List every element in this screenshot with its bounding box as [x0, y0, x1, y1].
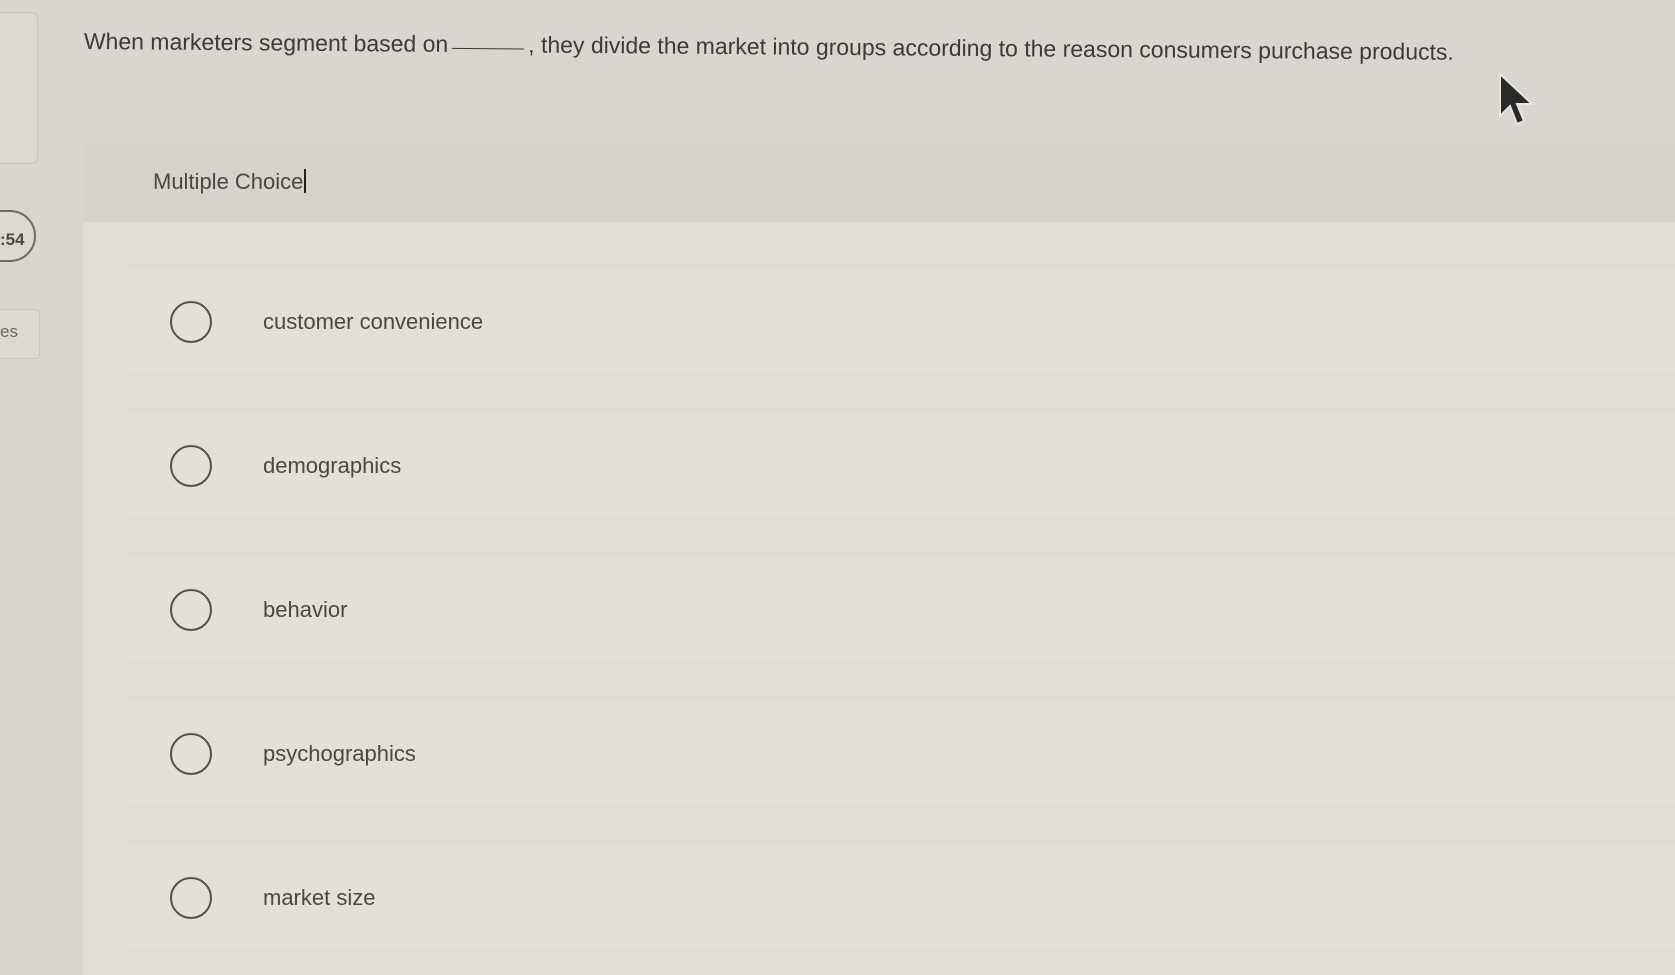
answer-option-label: demographics — [263, 453, 402, 478]
side-panel-fragment — [0, 12, 38, 164]
question-blank — [452, 47, 525, 50]
text-caret — [304, 169, 307, 193]
answer-option-label: behavior — [263, 597, 348, 622]
answer-option-3[interactable]: behavior — [128, 558, 1675, 662]
side-button-label: es — [0, 322, 18, 341]
answer-option-2[interactable]: demographics — [128, 414, 1675, 518]
question-panel: Multiple Choice customer convenience dem… — [83, 144, 1675, 975]
timer-text: :54 — [0, 230, 25, 249]
radio-button[interactable] — [170, 445, 212, 487]
answer-option-5[interactable]: market size — [128, 846, 1675, 950]
answer-option-4[interactable]: psychographics — [128, 702, 1675, 806]
question-type-label: Multiple Choice — [153, 169, 307, 195]
question-prompt: When marketers segment based on , they di… — [84, 28, 1584, 67]
radio-button[interactable] — [170, 733, 212, 775]
radio-button[interactable] — [170, 301, 212, 343]
answer-option-label: psychographics — [263, 741, 416, 766]
answer-options: customer convenience demographics behavi… — [128, 270, 1675, 975]
question-text-end: , they divide the market into groups acc… — [528, 31, 1454, 65]
answer-option-label: market size — [263, 885, 376, 910]
question-text-start: When marketers segment based on — [83, 28, 449, 57]
answer-option-1[interactable]: customer convenience — [128, 270, 1675, 374]
mouse-pointer-icon — [1499, 72, 1535, 126]
radio-button[interactable] — [170, 877, 212, 919]
radio-button[interactable] — [170, 589, 212, 631]
answer-option-label: customer convenience — [263, 309, 484, 334]
panel-header: Multiple Choice — [83, 144, 1675, 222]
